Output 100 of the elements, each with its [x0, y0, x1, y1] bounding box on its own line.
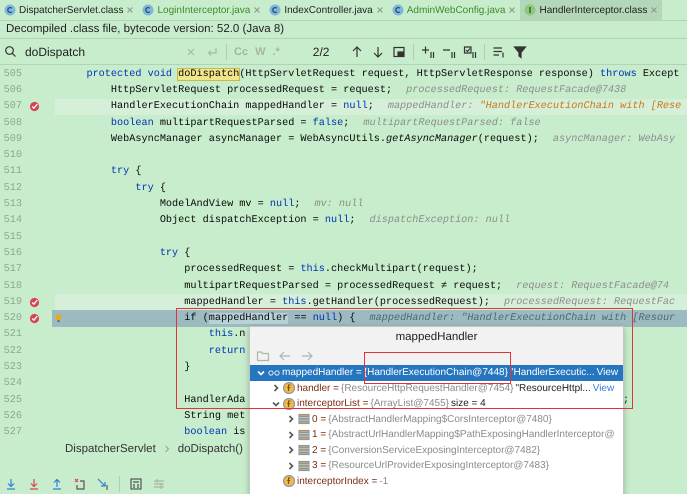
breakpoint-icon[interactable] [28, 296, 40, 308]
search-icon[interactable] [4, 44, 18, 58]
breadcrumb-item[interactable]: DispatcherServlet [65, 443, 156, 456]
variable-name: 0 = [312, 414, 326, 425]
line-number: 515 [2, 232, 22, 243]
line-number: 510 [2, 150, 22, 162]
line-number: 519 [2, 296, 22, 308]
object-value: {AbstractUrlHandlerMapping$PathExposingHandlerInterceptor@ [328, 429, 615, 440]
field-icon [283, 475, 295, 488]
inline-value-hint: processedRequest: RequestFac [504, 296, 676, 308]
tree-row[interactable]: 2 = {ConversionServiceExposingInterceptor@7482} [250, 442, 623, 458]
tree-row[interactable]: 1 = {AbstractUrlHandlerMapping$PathExposingHandlerInterceptor@ [250, 427, 623, 442]
variable-name: interceptorList = [297, 398, 368, 410]
code-line: multipartRequestParsed = processedRequest ≠ request; [183, 280, 502, 292]
view-link[interactable]: View [592, 382, 614, 394]
line-number: 506 [2, 84, 22, 96]
code-line: Object dispatchException = null; [158, 215, 356, 226]
search-field[interactable]: doDispatch [25, 44, 177, 58]
code-line: try { [158, 248, 190, 259]
tree-row[interactable]: handler = {ResourceHttpRequestHandler@7454} "ResourceHttpl... View [250, 380, 623, 396]
tree-row[interactable]: mappedHandler = {HandlerExecutionChain@7448} "HandlerExecutic... View [250, 365, 623, 380]
breakpoint-icon[interactable] [28, 101, 40, 112]
editor-tab[interactable]: IndexController.java [265, 0, 388, 20]
drop-frame-icon[interactable] [73, 477, 87, 491]
code-line: protected void doDispatch(HttpServletRequest request, HttpServletResponse response) throws Except [85, 68, 680, 80]
value-preview: size = 4 [450, 398, 486, 410]
tree-row[interactable]: interceptorList = {ArrayList@7455} size = 4 [250, 396, 623, 412]
code-line: WebAsyncManager asyncManager = WebAsyncUtils.getAsyncManager(request); [110, 134, 539, 145]
object-value: -1 [379, 476, 388, 487]
code-line: mappedHandler = this.getHandler(processedRequest); [183, 296, 490, 308]
select-all-icon[interactable] [463, 44, 478, 58]
inline-value-hint: mv: null [314, 199, 364, 210]
chevron-right-icon[interactable] [286, 460, 296, 471]
line-number: 509 [2, 134, 22, 145]
object-value: {ArrayList@7455} [370, 398, 449, 410]
line-number: 508 [2, 118, 22, 129]
tree-row[interactable]: 3 = {ResourceUrlProviderExposingInterceptor@7483} [250, 458, 623, 474]
tree-row[interactable]: 0 = {AbstractHandlerMapping$CorsInterceptor@7480} [250, 412, 623, 427]
view-link[interactable]: View [596, 367, 618, 378]
inline-value-hint: request: RequestFacade@74 [516, 280, 670, 292]
line-number: 522 [2, 346, 22, 357]
object-value: {ResourceHttpRequestHandler@7454} [340, 382, 514, 394]
editor-tab[interactable]: HandlerInterceptor.class [520, 0, 662, 20]
value-preview: "HandlerExecutic... [510, 367, 595, 378]
class-icon [392, 4, 404, 16]
inline-value-hint: dispatchException: null [369, 215, 510, 226]
variable-name: mappedHandler = [282, 367, 362, 378]
window-icon[interactable] [392, 44, 406, 58]
object-value: {ConversionServiceExposingInterceptor@7482} [328, 444, 540, 456]
line-number: 523 [2, 362, 22, 373]
list-icon [298, 413, 310, 426]
inline-value-hint: mappedHandler: "HandlerExecutionChain with [Rese [388, 101, 682, 112]
inline-value-hint: processedRequest: RequestFacade@7438 [406, 84, 626, 96]
code-line: HandlerAda [183, 394, 246, 406]
variable-name: 2 = [312, 444, 326, 456]
class-icon [142, 4, 154, 16]
chevron-right-icon[interactable] [286, 430, 296, 440]
breadcrumb-item[interactable]: doDispatch() [178, 443, 243, 456]
list-icon [298, 460, 310, 472]
step-out-icon[interactable] [50, 477, 64, 491]
object-value: {AbstractHandlerMapping$CorsInterceptor@7480} [328, 414, 552, 425]
line-number: 513 [2, 199, 22, 210]
variable-name: 1 = [312, 429, 326, 440]
line-number: 527 [2, 427, 22, 438]
list-icon [298, 428, 310, 441]
breakpoint-icon[interactable] [28, 313, 40, 324]
calculator-icon[interactable] [129, 477, 143, 491]
line-number: 520 [2, 313, 22, 324]
chevron-right-icon[interactable] [286, 414, 296, 424]
line-number: 512 [2, 182, 22, 194]
line-number: 518 [2, 280, 22, 292]
editor-tab[interactable]: DispatcherServlet.class [0, 0, 138, 20]
line-number: 526 [2, 410, 22, 422]
arrow-down-icon[interactable] [371, 44, 386, 58]
line-number: 505 [2, 68, 22, 80]
variable-name: 3 = [312, 460, 326, 472]
list-icon[interactable] [492, 44, 506, 58]
inline-value-hint: asyncManager: WebAsy [552, 134, 676, 145]
match-count: 2/2 [312, 44, 330, 58]
chevron-right-icon[interactable] [286, 445, 296, 456]
code-line: } [183, 362, 190, 373]
list-icon [298, 444, 310, 456]
code-fragment: ; [623, 394, 630, 406]
add-occurrence-icon[interactable] [421, 44, 436, 58]
inline-value-hint: multipartRequestParsed: false [363, 118, 541, 129]
lightbulb-icon[interactable] [55, 313, 62, 324]
code-line: try { [110, 166, 142, 178]
variable-name: handler = [297, 382, 339, 394]
class-icon [269, 4, 282, 16]
line-number: 524 [2, 378, 22, 390]
line-number: 507 [2, 101, 22, 112]
chevron-right-icon[interactable] [271, 383, 281, 394]
filter-icon[interactable] [513, 44, 528, 58]
decompiled-notice: Decompiled .class file, bytecode version: 52.0 (Java 8) [0, 21, 687, 39]
run-to-cursor-icon[interactable] [96, 477, 110, 491]
line-number: 525 [2, 394, 22, 406]
step-over-icon[interactable] [4, 477, 18, 491]
tree-row[interactable]: interceptorIndex = -1 [250, 474, 623, 489]
step-into-icon[interactable] [27, 477, 41, 491]
field-icon [283, 398, 295, 410]
